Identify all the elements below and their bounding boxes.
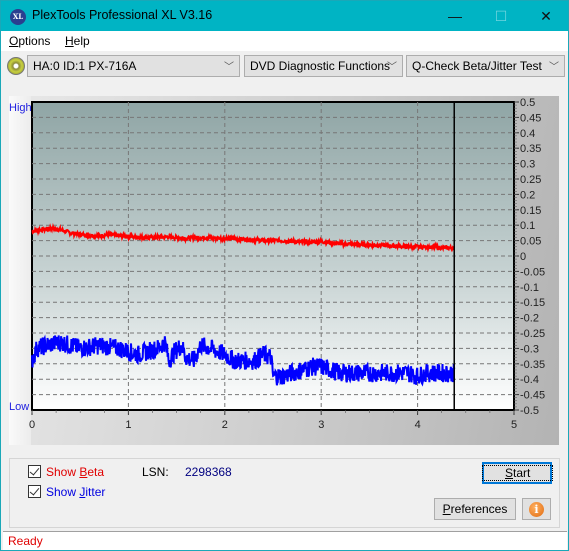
y-tick-label: 0.5 xyxy=(520,97,535,109)
status-bar: Ready xyxy=(3,531,567,550)
chevron-down-icon: ﹀ xyxy=(224,62,234,73)
beta-jitter-chart: 0.5 0.45 0.4 0.35 0.3 0.25 0.2 0.15 0.1 0.05 0 -0.0… xyxy=(29,97,545,431)
lsn-value: 2298368 xyxy=(185,465,232,479)
y-tick-label: -0.4 xyxy=(520,374,539,386)
menu-options-label: ptions xyxy=(18,34,51,48)
y-tick-label: 0.25 xyxy=(520,174,541,186)
window-title: PlexTools Professional XL V3.16 xyxy=(32,8,213,22)
x-tick-label: 4 xyxy=(415,419,421,431)
show-jitter-text: Show xyxy=(46,485,80,499)
y-tick-label: 0.05 xyxy=(520,236,541,248)
show-jitter-checkbox[interactable] xyxy=(28,485,41,498)
menu-options[interactable]: Options xyxy=(9,34,50,48)
y-tick-label: -0.05 xyxy=(520,266,545,278)
y-tick-label: -0.45 xyxy=(520,390,545,402)
x-tick-label: 5 xyxy=(511,419,517,431)
show-beta-text: Show xyxy=(46,465,80,479)
x-tick-label: 0 xyxy=(29,419,35,431)
drive-select-value: HA:0 ID:1 PX-716A xyxy=(33,59,137,73)
close-button[interactable]: ✕ xyxy=(523,1,569,31)
y-tick-label: 0 xyxy=(520,251,526,263)
y-tick-label: -0.5 xyxy=(520,405,539,417)
menu-help-accel: H xyxy=(65,34,74,48)
drive-select[interactable]: HA:0 ID:1 PX-716A ﹀ xyxy=(27,55,240,77)
preferences-accel: P xyxy=(442,502,451,516)
info-icon: i xyxy=(529,502,544,517)
y-tick-label: -0.2 xyxy=(520,313,539,325)
show-beta-text-rest: eta xyxy=(87,465,105,479)
start-text: tart xyxy=(513,466,531,480)
x-tick-label: 1 xyxy=(125,419,131,431)
title-bar: XL PlexTools Professional XL V3.16 — ☐ ✕ xyxy=(1,1,568,31)
y-tick-label: 0.45 xyxy=(520,112,541,124)
y-tick-label: 0.1 xyxy=(520,220,535,232)
start-button-label: Start xyxy=(481,465,554,481)
show-beta-label[interactable]: Show Beta xyxy=(46,465,104,479)
test-select[interactable]: Q-Check Beta/Jitter Test ﹀ xyxy=(406,55,565,77)
x-tick-label: 2 xyxy=(222,419,228,431)
menu-help[interactable]: Help xyxy=(65,34,90,48)
chart-frame: High Low 0.5 0.45 0.4 0.35 0.3 0.25 0.2 0.15 0.1… xyxy=(9,96,559,445)
toolbar: HA:0 ID:1 PX-716A ﹀ DVD Diagnostic Funct… xyxy=(1,52,568,80)
show-jitter-label[interactable]: Show Jitter xyxy=(46,485,105,499)
start-button[interactable]: Start xyxy=(481,462,554,484)
start-accel: S xyxy=(505,466,514,480)
info-button[interactable]: i xyxy=(522,498,551,520)
lsn-label: LSN: xyxy=(142,465,169,479)
options-panel: Show Beta Show Jitter LSN: 2298368 Start… xyxy=(9,458,560,528)
chevron-down-icon: ﹀ xyxy=(549,62,559,73)
preferences-button[interactable]: Preferences xyxy=(434,498,516,520)
disc-drive-icon xyxy=(7,57,25,75)
app-window: XL PlexTools Professional XL V3.16 — ☐ ✕… xyxy=(0,0,569,551)
menu-options-accel: O xyxy=(9,34,19,48)
show-beta-checkbox[interactable] xyxy=(28,465,41,478)
y-tick-label: 0.4 xyxy=(520,128,535,140)
y-tick-label: -0.1 xyxy=(520,282,539,294)
y-tick-label: 0.3 xyxy=(520,159,535,171)
y-tick-label: 0.15 xyxy=(520,205,541,217)
y-tick-label: -0.3 xyxy=(520,343,539,355)
y-tick-label: 0.35 xyxy=(520,143,541,155)
y-tick-label: -0.15 xyxy=(520,297,545,309)
y-tick-label: -0.25 xyxy=(520,328,545,340)
minimize-button[interactable]: — xyxy=(432,1,478,31)
chevron-down-icon: ﹀ xyxy=(387,62,397,73)
preferences-text: references xyxy=(450,502,508,516)
menu-help-label: elp xyxy=(73,34,90,48)
x-tick-label: 3 xyxy=(318,419,324,431)
y-tick-label: 0.2 xyxy=(520,189,535,201)
function-select[interactable]: DVD Diagnostic Functions ﹀ xyxy=(244,55,403,77)
test-select-value: Q-Check Beta/Jitter Test xyxy=(412,59,542,73)
maximize-button[interactable]: ☐ xyxy=(478,1,524,31)
function-select-value: DVD Diagnostic Functions xyxy=(250,59,391,73)
show-jitter-text-rest: itter xyxy=(85,485,106,499)
y-tick-label: -0.35 xyxy=(520,359,545,371)
status-text: Ready xyxy=(8,534,43,548)
app-logo-icon: XL xyxy=(10,9,26,25)
menu-bar: Options Help xyxy=(1,31,568,51)
